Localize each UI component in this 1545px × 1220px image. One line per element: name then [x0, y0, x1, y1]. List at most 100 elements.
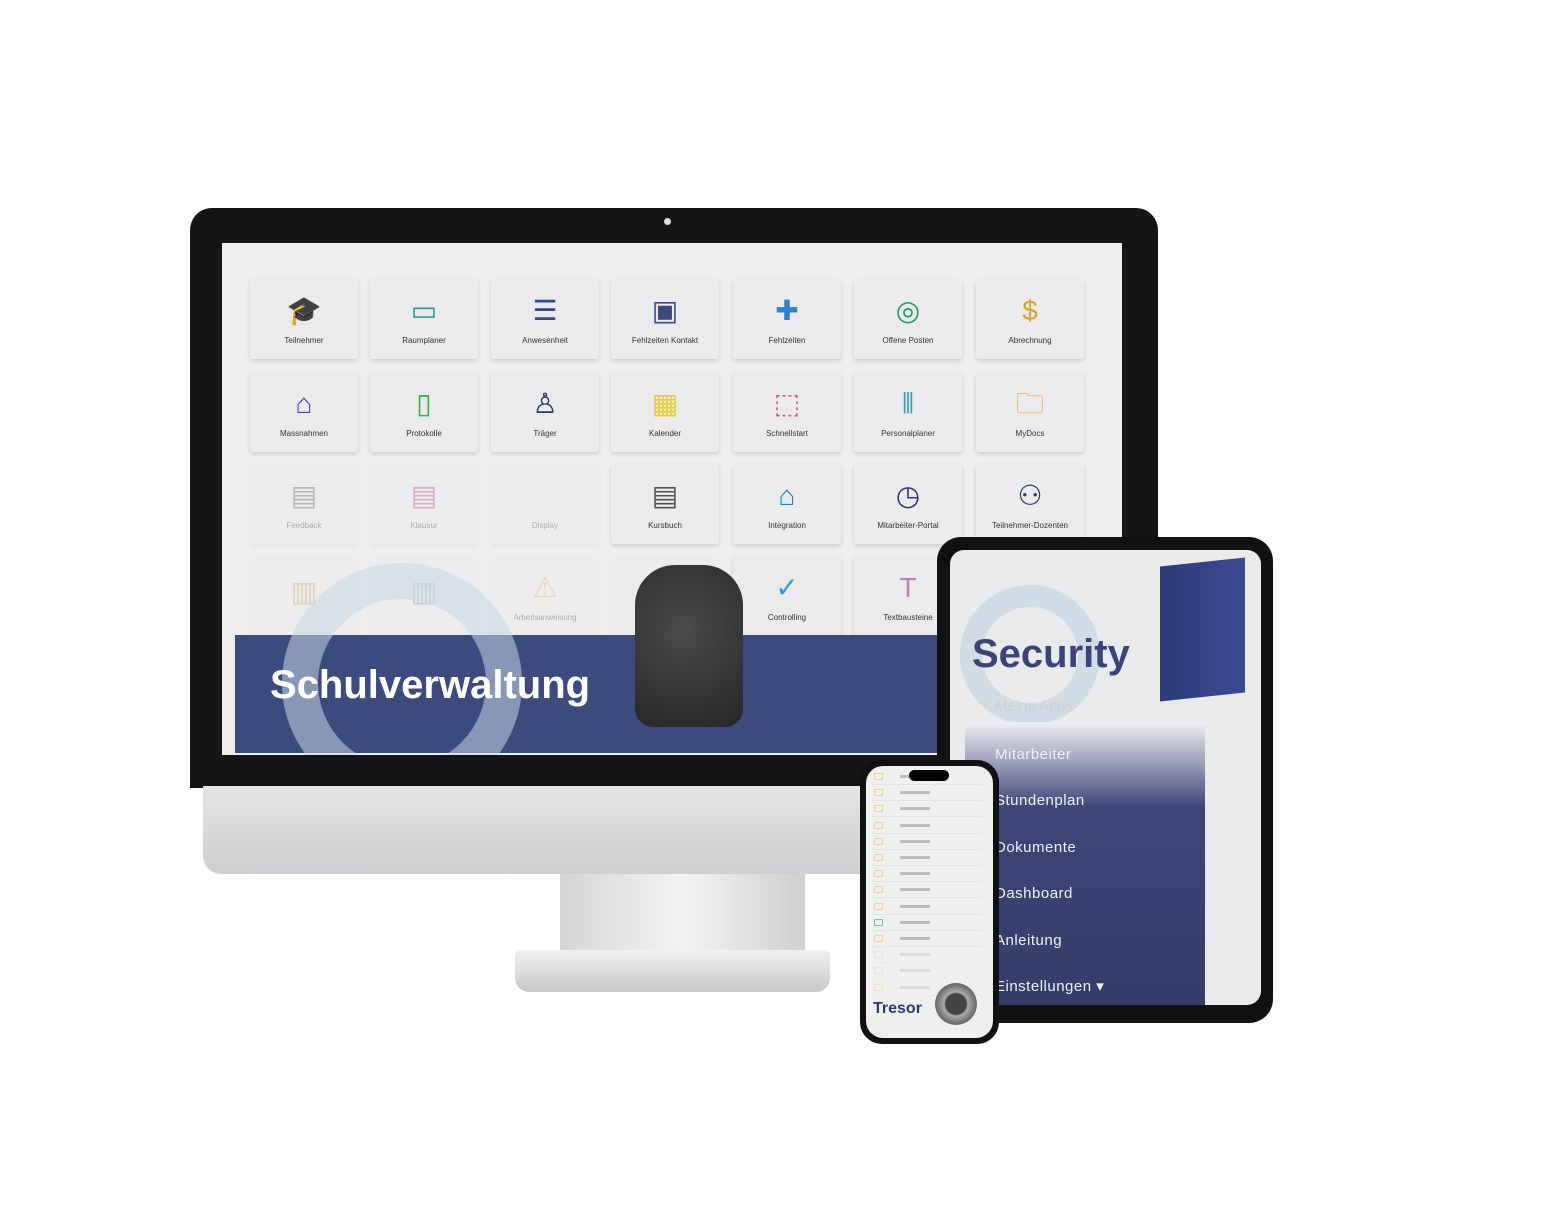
- folder-icon: [874, 983, 883, 991]
- folder-row[interactable]: [872, 899, 982, 915]
- folder-icon: [874, 935, 883, 942]
- binder-image: [1160, 557, 1245, 702]
- folder-name: [900, 985, 930, 989]
- warning-icon: ⚠: [532, 571, 558, 603]
- folder-row[interactable]: [872, 834, 982, 850]
- app-tile[interactable]: ⌂ Massnahmen: [250, 372, 358, 452]
- folder-icon: [874, 805, 883, 813]
- folder-row[interactable]: [872, 963, 982, 980]
- tablet-title: Security: [972, 632, 1130, 676]
- app-tile[interactable]: ✚ Fehlzeiten: [733, 279, 841, 359]
- folder-row[interactable]: [872, 915, 982, 931]
- folder-name: [900, 823, 930, 827]
- app-tile[interactable]: ▤ Kursbuch: [611, 464, 719, 544]
- coins-icon: ◎: [895, 294, 921, 326]
- app-tile-label: Arbeitsanweisung: [513, 612, 577, 622]
- app-tile-label: MyDocs: [1015, 428, 1045, 438]
- app-tile[interactable]: ⫴ Personalplaner: [854, 372, 962, 452]
- menu-item-dokumente[interactable]: Dokumente: [995, 839, 1076, 856]
- app-tile[interactable]: ⚠ Arbeitsanweisung: [491, 556, 599, 636]
- medical-copy-icon: ✚: [775, 294, 799, 326]
- folder-name: [900, 888, 930, 892]
- document-icon: ▯: [416, 387, 432, 419]
- book-icon: ▤: [290, 479, 318, 511]
- staff-planner-icon: ⫴: [902, 387, 914, 419]
- menu-item-anleitung[interactable]: Anleitung: [995, 932, 1062, 949]
- safe-dial-image: [935, 983, 977, 1025]
- folder-icon: [874, 886, 883, 894]
- app-tile[interactable]: ▭ Raumplaner: [370, 279, 478, 359]
- monitor-stand: [560, 874, 805, 954]
- app-tile-label: Massnahmen: [279, 428, 329, 438]
- folder-icon: [874, 967, 883, 975]
- app-tile[interactable]: ☰ Anwesenheit: [491, 279, 599, 359]
- app-tile-label: Kalender: [648, 428, 682, 438]
- folder-name: [900, 953, 930, 957]
- menu-item-stundenplan[interactable]: Stundenplan: [995, 792, 1085, 809]
- book-icon: ▤: [651, 479, 679, 511]
- app-tile-label: Teilnehmer: [284, 335, 324, 345]
- folder-row[interactable]: [872, 818, 982, 834]
- tablet-menu: Mitarbeiter Stundenplan Dokumente Dashbo…: [965, 722, 1205, 1005]
- app-tile-label: Raumplaner: [402, 335, 446, 345]
- app-tile[interactable]: 🎓 Teilnehmer: [250, 279, 358, 359]
- double-check-icon: ✓: [775, 571, 799, 603]
- payment-hand-icon: $: [1022, 294, 1038, 326]
- app-tile-label: Teilnehmer-Dozenten: [991, 520, 1069, 530]
- app-tile-label: Fehlzeiten Kontakt: [631, 335, 699, 345]
- app-tile-label: Kursbuch: [648, 520, 682, 530]
- app-tile-label: Feedback: [286, 520, 322, 530]
- menu-item-dashboard[interactable]: Dashboard: [995, 885, 1073, 902]
- calendar-icon: ▦: [651, 387, 679, 419]
- folder-row[interactable]: [872, 850, 982, 866]
- app-tile-label: Textbausteine: [883, 612, 933, 622]
- banner-title: Schulverwaltung: [270, 663, 591, 707]
- group-icon: ⚇: [1017, 479, 1043, 511]
- app-tile[interactable]: ▯ Protokolle: [370, 372, 478, 452]
- folder-row[interactable]: [872, 882, 982, 899]
- app-tile[interactable]: ▤ Klausur: [370, 464, 478, 544]
- app-tile-label: Fehlzeiten: [768, 335, 806, 345]
- app-tile[interactable]: ⚇ Teilnehmer-Dozenten: [976, 464, 1084, 544]
- menu-item-einstellungen[interactable]: Einstellungen ▾: [995, 977, 1104, 995]
- app-tile[interactable]: ▤ Feedback: [250, 464, 358, 544]
- frame-icon: ⬚: [773, 387, 801, 419]
- folder-name: [900, 839, 930, 843]
- app-tile[interactable]: ♙ Träger: [491, 372, 599, 452]
- app-tile-label: Träger: [533, 428, 557, 438]
- folder-name: [900, 937, 930, 940]
- whiteboard-icon: ▭: [410, 294, 438, 326]
- integration-icon: ⌂: [778, 479, 796, 511]
- folder-icon: [874, 870, 883, 878]
- search-input[interactable]: Meine Apps: [995, 698, 1073, 715]
- app-tile-label: Personalplaner: [881, 428, 935, 438]
- app-tile[interactable]: Display: [491, 464, 599, 544]
- app-tile[interactable]: ▣ Fehlzeiten Kontakt: [611, 279, 719, 359]
- monitor-foot: [515, 950, 830, 992]
- app-tile-label: Display: [531, 520, 559, 530]
- folder-name: [900, 920, 930, 924]
- clock-icon: ◷: [895, 479, 921, 511]
- folder-icon: [874, 773, 883, 780]
- app-tile[interactable]: ▦ Kalender: [611, 372, 719, 452]
- folder-row[interactable]: [872, 866, 982, 883]
- app-tile[interactable]: ⌂ Integration: [733, 464, 841, 544]
- app-tile[interactable]: ◷ Mitarbeiter-Portal: [854, 464, 962, 544]
- menu-item-mitarbeiter[interactable]: Mitarbeiter: [995, 746, 1071, 763]
- folder-row[interactable]: [872, 801, 982, 818]
- app-tile[interactable]: $ Abrechnung: [976, 279, 1084, 359]
- folder-row[interactable]: [872, 785, 982, 802]
- phone-title: Tresor: [873, 1000, 922, 1017]
- app-tile[interactable]: ✓ Controlling: [733, 556, 841, 636]
- folder-row[interactable]: [872, 931, 982, 947]
- app-tile-label: Protokolle: [406, 428, 442, 438]
- app-tile[interactable]: 🗀 MyDocs: [976, 372, 1084, 452]
- camera: [664, 218, 671, 225]
- dynamic-island: [909, 770, 949, 781]
- folder-row[interactable]: [872, 947, 982, 964]
- app-tile[interactable]: ⬚ Schnellstart: [733, 372, 841, 452]
- app-tile[interactable]: ◎ Offene Posten: [854, 279, 962, 359]
- folder-icon: [874, 821, 883, 829]
- list-icon: ☰: [532, 294, 558, 326]
- folder-icon: [874, 902, 883, 910]
